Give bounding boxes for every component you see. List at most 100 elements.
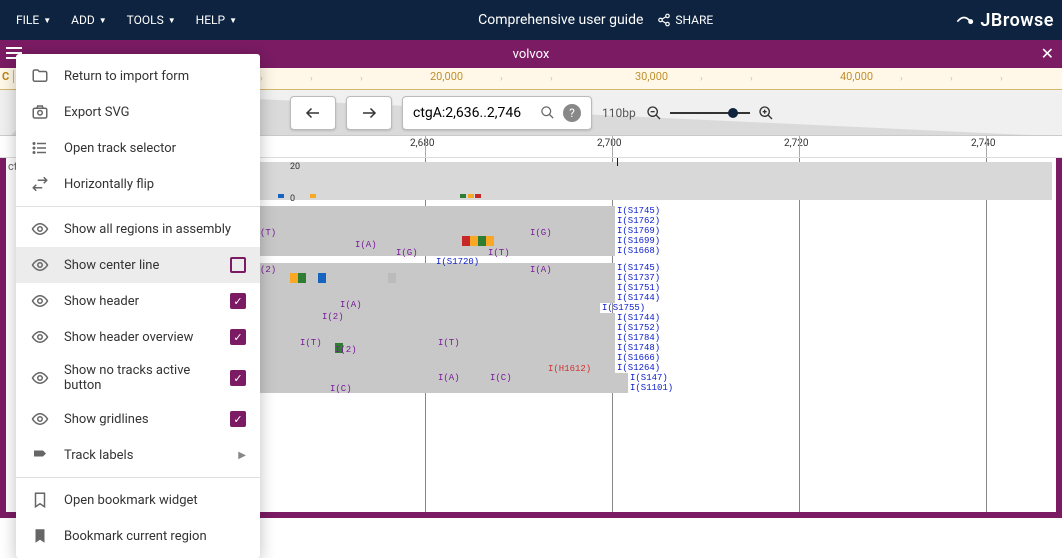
chrom-label: C [2,70,14,83]
softclip-label: I(S1699) [617,236,660,246]
coverage-min: 0 [290,194,295,204]
scale-tick: 2,740 [971,138,995,149]
menu-item-export-svg[interactable]: Export SVG [16,94,260,130]
checkbox[interactable]: ✓ [230,411,246,427]
bookmark-icon [30,526,50,546]
top-bar: FILE▼ ADD▼ TOOLS▼ HELP▼ Comprehensive us… [0,0,1062,40]
menu-item-show-header[interactable]: Show header✓ [16,283,260,319]
gridline [799,158,800,512]
caret-down-icon: ▼ [99,16,107,25]
location-box[interactable]: ctgA:2,636..2,746 ? [402,96,592,130]
ruler-tick: 30,000 [635,70,668,83]
bookmark-o-icon [30,490,50,510]
snp-marker [478,236,486,246]
menu-help[interactable]: HELP▼ [188,7,245,33]
insertion-label: I(A) [355,240,377,250]
alignment-read[interactable] [260,246,615,256]
snp-marker [318,273,326,283]
insertion-label: I(T) [488,248,510,258]
alignment-read[interactable] [260,313,615,323]
coverage-max: 20 [290,162,300,172]
alignment-read[interactable] [260,383,628,393]
alignment-read[interactable] [260,323,615,333]
softclip-label: I(S1769) [617,226,660,236]
menu-item-open-bookmark-widget[interactable]: Open bookmark widget [16,482,260,518]
menu-item-show-center-line[interactable]: Show center line [16,247,260,283]
insertion-label: I(A) [530,265,552,275]
softclip-label: I(S1748) [617,343,660,353]
menu-item-open-track-selector[interactable]: Open track selector [16,130,260,166]
center-marker [617,158,618,166]
zoom-out-icon[interactable] [646,105,662,121]
menu-file[interactable]: FILE▼ [8,7,59,33]
alignment-read[interactable] [260,353,615,363]
menu-item-label: Show center line [64,258,216,273]
insertion-label: I(A) [438,373,460,383]
alignment-read[interactable] [260,226,615,236]
softclip-label: I(S1784) [617,333,660,343]
alignment-read[interactable] [260,273,615,283]
menu-item-track-labels[interactable]: Track labels▶ [16,437,260,473]
coverage-track [260,162,1052,200]
alignment-read[interactable] [260,236,615,246]
softclip-label: I(S1737) [617,273,660,283]
nav-back-button[interactable] [290,96,336,130]
view-dropdown-menu: Return to import formExport SVG Open trac… [16,54,260,558]
eye-icon [30,219,50,239]
eye-icon [30,409,50,429]
checkbox[interactable]: ✓ [230,370,246,386]
close-view-icon[interactable]: ✕ [1041,44,1054,63]
search-icon[interactable] [540,105,555,120]
alignment-read[interactable] [260,206,615,216]
menu-item-show-header-overview[interactable]: Show header overview ✓ [16,319,260,355]
menu-item-return-to-import-form[interactable]: Return to import form [16,58,260,94]
menu-item-show-all-regions-in-assembly[interactable]: Show all regions in assembly [16,211,260,247]
share-icon [657,13,671,27]
zoom-slider[interactable] [670,112,750,114]
menu-item-label: Show all regions in assembly [64,222,246,237]
alignment-read[interactable] [260,303,600,313]
camera-icon [30,102,50,122]
softclip-label: I(S1101) [630,383,673,393]
tag-icon [30,445,50,465]
eye-icon [30,291,50,311]
snp-marker [290,273,298,283]
snp-marker [470,236,478,246]
alignment-read[interactable] [260,216,615,226]
menu-tools[interactable]: TOOLS▼ [119,7,184,33]
checkbox[interactable] [230,257,246,273]
insertion-label: I(T) [300,338,322,348]
alignment-read[interactable] [260,293,615,303]
menu-item-bookmark-current-region[interactable]: Bookmark current region [16,518,260,554]
view-name: volvox [513,47,550,62]
insertion-label: I(H1612) [548,364,591,374]
menu-item-show-no-tracks-active-button[interactable]: Show no tracks active button✓ [16,355,260,401]
checkbox[interactable]: ✓ [230,293,246,309]
checkbox[interactable]: ✓ [230,329,246,345]
softclip-label: I(S1745) [617,206,660,216]
help-icon[interactable]: ? [563,104,581,122]
nav-forward-button[interactable] [346,96,392,130]
softclip-label: I(S1668) [617,246,660,256]
insertion-label: I(T) [438,338,460,348]
share-button[interactable]: SHARE [649,9,721,31]
scale-tick: 2,680 [410,138,434,149]
zoom-in-icon[interactable] [758,105,774,121]
location-text[interactable]: ctgA:2,636..2,746 [413,105,532,121]
alignment-read[interactable] [260,283,615,293]
softclip-label: I(S1752) [617,323,660,333]
menu-item-show-gridlines[interactable]: Show gridlines✓ [16,401,260,437]
menu-item-label: Open track selector [64,141,246,156]
menu-add[interactable]: ADD▼ [63,7,115,33]
zoom-controls [646,105,774,121]
softclip-label: I(S1666) [617,353,660,363]
insertion-label: (2) [260,265,276,275]
caret-down-icon: ▼ [43,16,51,25]
softclip-label: I(S147) [630,373,668,383]
menu-item-label: Show header overview [64,330,216,345]
list-icon [30,138,50,158]
arrow-left-icon [304,104,322,122]
jbrowse-icon [954,10,974,30]
menu-item-horizontally-flip[interactable]: Horizontally flip [16,166,260,202]
softclip-label: I(S1755) [602,303,645,313]
